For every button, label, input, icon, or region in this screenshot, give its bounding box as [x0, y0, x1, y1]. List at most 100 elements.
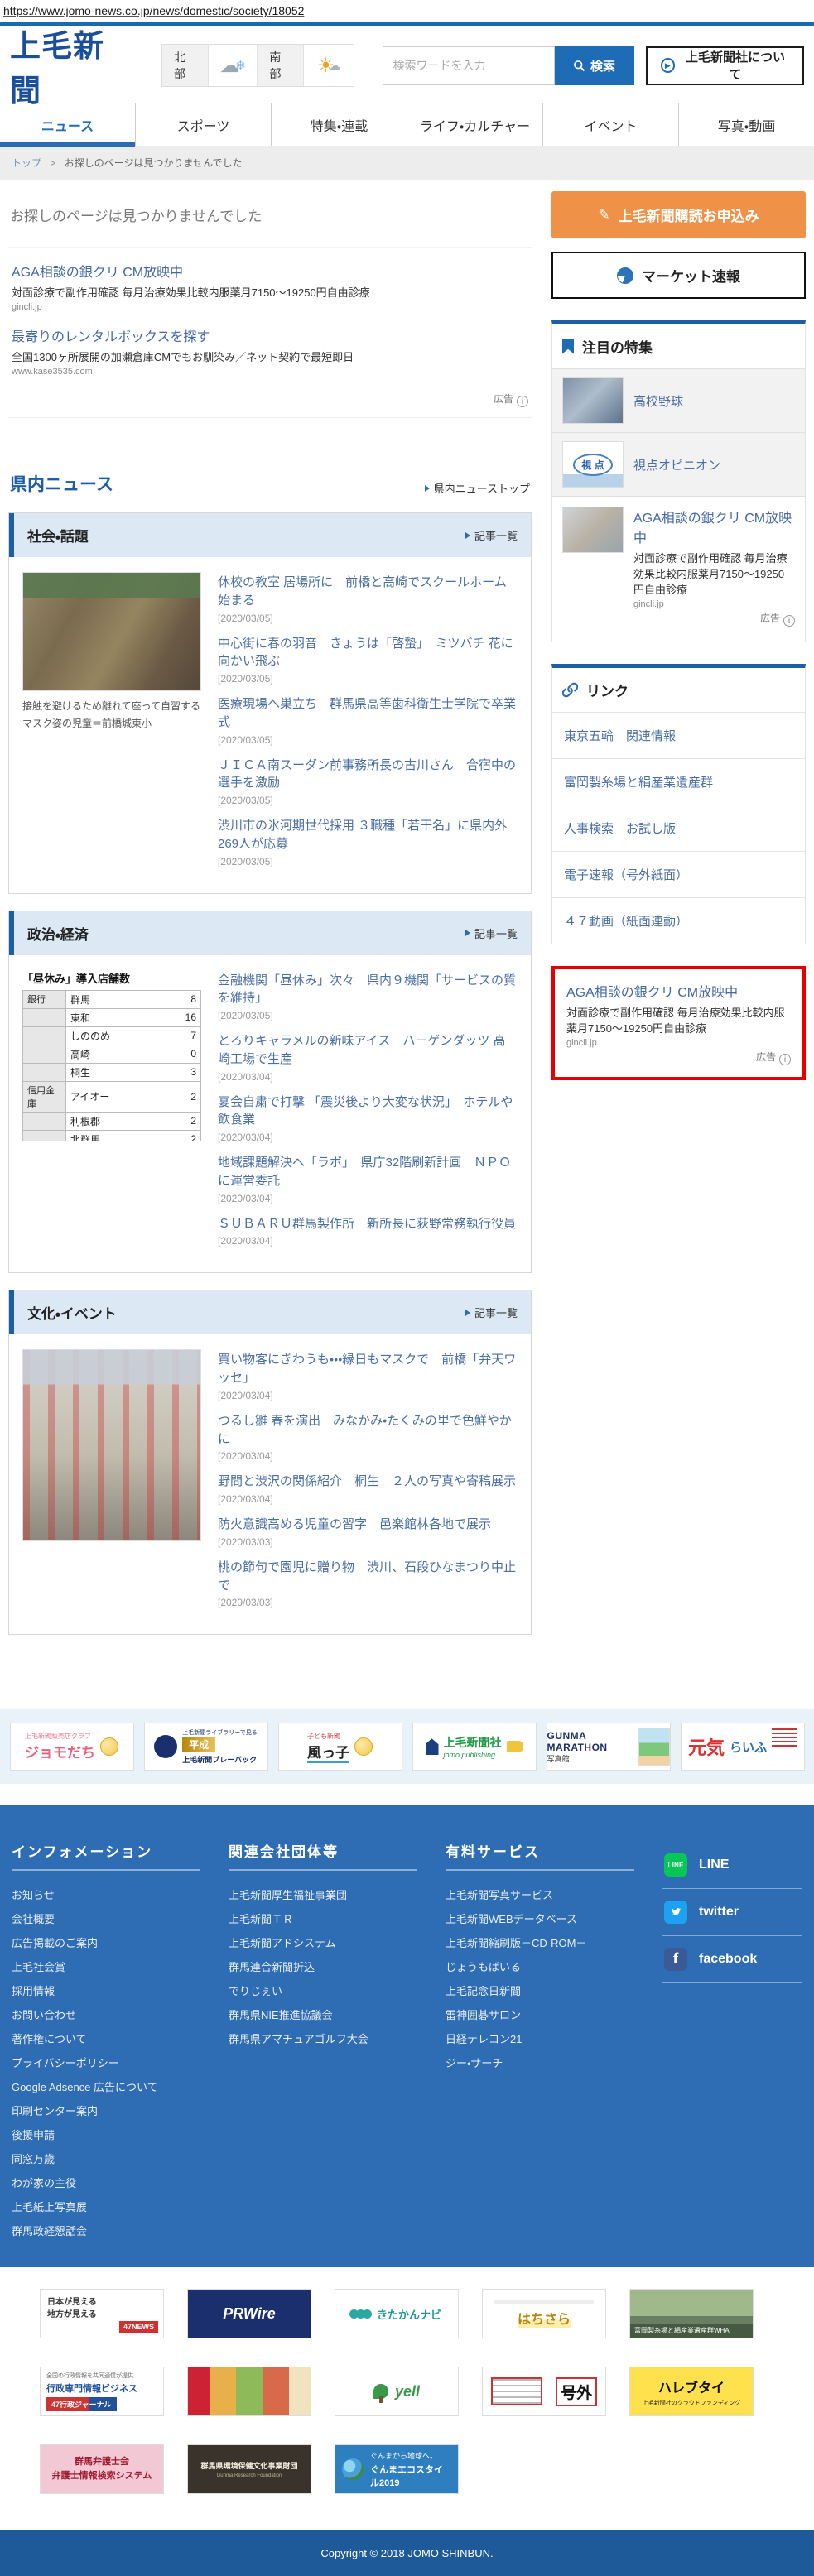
sidebar-link[interactable]: ４７動画（紙面連動） [552, 897, 805, 944]
article-title-link[interactable]: 渋川市の氷河期世代採用 ３職種「若干名」に県内外269人が応募 [218, 817, 518, 853]
banner-gunma-marathon[interactable]: GUNMA MARATHON写真館 [547, 1723, 671, 1771]
nav-tab[interactable]: イベント [543, 103, 679, 146]
nav-tab[interactable]: ライフ・カルチャー [407, 103, 543, 146]
footer-link[interactable]: ジー・サーチ [446, 2050, 634, 2074]
article-title-link[interactable]: ＳＵＢＡＲＵ群馬製作所 新所長に荻野常務執行役員 [218, 1215, 518, 1233]
social-line-link[interactable]: LINE LINE [662, 1842, 802, 1889]
article-list-link[interactable]: 記事一覧 [465, 527, 518, 543]
sidebar-link[interactable]: 富岡製糸場と絹産業遺産群 [552, 758, 805, 805]
footer-link[interactable]: 採用情報 [12, 1978, 200, 2002]
featured-ad[interactable]: AGA相談の銀クリ CM放映中 対面診療で副作用確認 毎月治療効果比較内服薬月7… [552, 496, 805, 642]
footer-link[interactable]: 上毛紙上写真展 [12, 2194, 200, 2218]
footer-link[interactable]: 著作権について [12, 2026, 200, 2050]
banner-jomodachi[interactable]: 上毛新聞販売店クラブジョモだち [10, 1723, 134, 1771]
lunch-break-table[interactable]: 「昼休み」導入店舗数 銀行 群馬 8 [22, 970, 201, 1141]
article-title-link[interactable]: 休校の教室 居場所に 前橋と高崎でスクールホーム始まる [218, 574, 518, 610]
ad-info-icon[interactable]: i [517, 396, 528, 407]
article-title-link[interactable]: つるし雛 春を演出 みなかみ・たくみの里で色鮮やかに [218, 1412, 518, 1449]
article-title-link[interactable]: 買い物客にぎわうも・・・縁日もマスクで 前橋「弁天ワッセ」 [218, 1351, 518, 1387]
banner-jomo-publishing[interactable]: 上毛新聞社jomo publishing [412, 1723, 537, 1771]
footer-link[interactable]: 上毛記念日新聞 [446, 1978, 634, 2002]
footer-link[interactable]: 広告掲載のご案内 [12, 1930, 200, 1954]
social-twitter-link[interactable]: twitter [662, 1889, 802, 1936]
footer-link[interactable]: 上毛新聞縮刷版－CD-ROM－ [446, 1930, 634, 1954]
footer-link[interactable]: 上毛社会賞 [12, 1954, 200, 1978]
footer-link[interactable]: 会社概要 [12, 1906, 200, 1930]
street-market-photo[interactable] [22, 1349, 201, 1541]
text-ad[interactable]: 最寄りのレンタルボックスを探す 全国1300ヶ所展開の加瀬倉庫CMでもお馴染み／… [12, 325, 528, 377]
ad-title[interactable]: 最寄りのレンタルボックスを探す [12, 325, 528, 345]
sidebar-link[interactable]: 東京五輪 関連情報 [552, 712, 805, 758]
footer-link[interactable]: 印刷センター案内 [12, 2098, 200, 2122]
sidebar-link[interactable]: 人事検索 お試し版 [552, 805, 805, 851]
footer-link[interactable]: じょうもばいる [446, 1954, 634, 1978]
banner-gunma-eco-style[interactable]: ぐんまから地球へ。 ぐんまエコスタイル2019 [335, 2444, 459, 2494]
banner-gunma-bar-association[interactable]: 群馬弁護士会 弁護士情報検索システム [40, 2444, 164, 2494]
banner-prwire[interactable]: PRWire [187, 2289, 311, 2338]
footer-link[interactable]: 群馬政経懇話会 [12, 2218, 200, 2242]
nav-tab[interactable]: ニュース [0, 103, 136, 146]
article-title-link[interactable]: 野間と渋沢の関係紹介 桐生 ２人の写真や寄稿展示 [218, 1473, 518, 1491]
ad-info-icon[interactable]: i [783, 615, 795, 627]
ad-title[interactable]: AGA相談の銀クリ CM放映中 [633, 507, 795, 546]
footer-link[interactable]: わが家の主役 [12, 2170, 200, 2194]
article-title-link[interactable]: 医療現場へ巣立ち 群馬県高等歯科衛生士学院で卒業式 [218, 695, 518, 732]
nav-tab[interactable]: スポーツ [136, 103, 272, 146]
red-border-ad[interactable]: AGA相談の銀クリ CM放映中 対面診療で副作用確認 毎月治療効果比較内服薬月7… [551, 966, 806, 1080]
subscribe-button[interactable]: ✎ 上毛新聞購読お申込み [551, 191, 806, 238]
footer-link[interactable]: プライバシーポリシー [12, 2050, 200, 2074]
social-facebook-link[interactable]: f facebook [662, 1936, 802, 1983]
article-title-link[interactable]: 中心街に春の羽音 きょうは「啓蟄」 ミツバチ 花に向かい飛ぶ [218, 635, 518, 671]
footer-link[interactable]: 上毛新聞ＴＲ [229, 1906, 417, 1930]
footer-link[interactable]: 日経テレコン21 [446, 2026, 634, 2050]
banner-genki-life[interactable]: 元気 らいふ [681, 1723, 805, 1771]
search-input[interactable] [383, 46, 555, 85]
footer-link[interactable]: 群馬県NIE推進協議会 [229, 2002, 417, 2026]
article-title-link[interactable]: 防火意識高める児童の習字 邑楽館林各地で展示 [218, 1516, 518, 1534]
kennai-top-link[interactable]: 県内ニューストップ [425, 480, 530, 496]
banner-food-collage[interactable] [187, 2367, 311, 2416]
about-company-button[interactable]: ▶ 上毛新聞社について [646, 46, 804, 85]
ad-title[interactable]: AGA相談の銀クリ CM放映中 [12, 261, 528, 281]
footer-link[interactable]: 上毛新聞アドシステム [229, 1930, 417, 1954]
featured-item-shiten-opinion[interactable]: 視 点 視点オピニオン [552, 432, 805, 496]
article-title-link[interactable]: 宴会自粛で打撃 「震災後より大変な状況」 ホテルや飲食業 [218, 1093, 518, 1130]
article-title-link[interactable]: とろりキャラメルの新味アイス ハーゲンダッツ 高崎工場で生産 [218, 1032, 518, 1069]
nav-tab[interactable]: 特集・連載 [272, 103, 407, 146]
footer-link[interactable]: でりじぇい [229, 1978, 417, 2002]
footer-link[interactable]: 同窓万歳 [12, 2146, 200, 2170]
footer-link[interactable]: 群馬連合新聞折込 [229, 1954, 417, 1978]
ad-title[interactable]: AGA相談の銀クリ CM放映中 [566, 981, 791, 1001]
banner-gyosei-journal[interactable]: 全国の行政情報を共同通信が提供 行政専門情報ビジネス 47行政ジャーナル [40, 2367, 164, 2416]
footer-link[interactable]: 群馬県アマチュアゴルフ大会 [229, 2026, 417, 2050]
footer-link[interactable]: 上毛新聞写真サービス [446, 1882, 634, 1906]
footer-link[interactable]: 後援申請 [12, 2122, 200, 2146]
footer-link[interactable]: Google Adsence 広告について [12, 2074, 200, 2098]
banner-gunma-foundation[interactable]: 群馬県環境保健文化事業財団 Gunma Research Foundation [187, 2444, 311, 2494]
market-report-button[interactable]: マーケット速報 [551, 252, 806, 299]
banner-kazakko[interactable]: 子ども新聞風っ子 [278, 1723, 402, 1771]
article-title-link[interactable]: 金融機関「昼休み」次々 県内９機関「サービスの質を維持」 [218, 972, 518, 1008]
breadcrumb-home-link[interactable]: トップ [12, 157, 41, 169]
banner-heisei-playback[interactable]: 上毛新聞ライブラリーで見る平成上毛新聞プレーバック [144, 1723, 268, 1771]
search-button[interactable]: 検索 [555, 46, 634, 85]
banner-harebutai-crowdfunding[interactable]: ハレブタイ 上毛新聞社のクラウドファンディング [629, 2367, 754, 2416]
banner-gogai-memorial-paper[interactable]: 号外 [482, 2367, 606, 2416]
nav-tab[interactable]: 写真・動画 [679, 103, 814, 146]
footer-link[interactable]: お知らせ [12, 1882, 200, 1906]
footer-link[interactable]: 雷神囲碁サロン [446, 2002, 634, 2026]
sidebar-link[interactable]: 電子速報（号外紙面） [552, 851, 805, 897]
ad-info-icon[interactable]: i [779, 1054, 791, 1065]
banner-tomioka-silk-mill[interactable]: 富岡製糸場と絹産業遺産群WHA [629, 2289, 754, 2338]
banner-hachisara[interactable]: はちさら [482, 2289, 606, 2338]
banner-47news[interactable]: 日本が見える 地方が見える 47NEWS [40, 2289, 164, 2338]
classroom-photo[interactable] [22, 572, 201, 691]
banner-yell[interactable]: yell [335, 2367, 459, 2416]
article-title-link[interactable]: 地域課題解決へ「ラボ」 県庁32階刷新計画 ＮＰＯに運営委託 [218, 1154, 518, 1190]
banner-kitakan-navi[interactable]: きたかんナビ [335, 2289, 459, 2338]
text-ad[interactable]: AGA相談の銀クリ CM放映中 対面診療で副作用確認 毎月治療効果比較内服薬月7… [12, 261, 528, 312]
article-list-link[interactable]: 記事一覧 [465, 1305, 518, 1320]
featured-item-koko-yakyu[interactable]: 高校野球 [552, 368, 805, 432]
article-title-link[interactable]: 桃の節句で園児に贈り物 渋川、石段ひなまつり中止で [218, 1559, 518, 1595]
article-list-link[interactable]: 記事一覧 [465, 925, 518, 941]
